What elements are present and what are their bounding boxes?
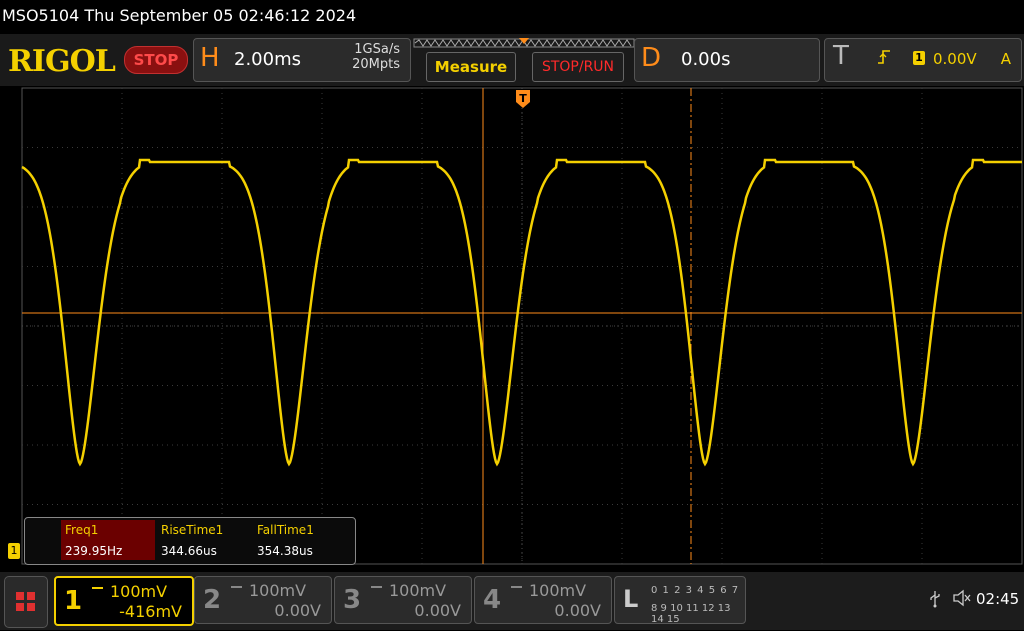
stop-run-button[interactable]: STOP/RUN [532,52,624,82]
channel-offset: 0.00V [554,601,601,620]
channel-offset: -416mV [119,602,182,621]
waveform-display[interactable]: T [0,86,1024,572]
logic-label: L [623,585,639,613]
channel-number: 1 [64,586,83,616]
dc-coupling-icon [231,586,242,594]
channel-scale: 100mV [389,581,447,600]
meas-header-fall: FallTime1 [257,523,314,537]
menu-grid-icon [16,592,35,611]
memory-depth: 20Mpts [352,57,400,72]
logic-channels-8-15: 8 9 10 11 12 13 14 15 [651,603,731,625]
rising-edge-icon [878,50,890,64]
speaker-muted-icon[interactable] [952,589,972,607]
channel-number: 2 [203,585,222,615]
trigger-level: 0.00V [933,50,977,68]
channel-number: 4 [483,585,502,615]
svg-text:T: T [519,92,527,105]
measurement-results[interactable]: Freq1 RiseTime1 FallTime1 239.95Hz 344.6… [24,517,356,565]
meas-header-freq: Freq1 [65,523,99,537]
logic-analyzer-panel[interactable]: L 0 1 2 3 4 5 6 7 8 9 10 11 12 13 14 15 [614,576,746,625]
run-state-badge[interactable]: STOP [124,46,188,74]
horizontal-panel[interactable]: H 2.00ms 1GSa/s 20Mpts [193,38,411,82]
trigger-mode: A [1000,50,1011,68]
top-toolbar: RIGOL STOP H 2.00ms 1GSa/s 20Mpts Measur… [0,34,1024,86]
channel-3-panel[interactable]: 3 100mV 0.00V [334,576,472,624]
measure-button[interactable]: Measure [426,52,516,82]
title-bar: MSO5104 Thu September 05 02:46:12 2024 [0,0,1024,34]
channel-2-panel[interactable]: 2 100mV 0.00V [194,576,332,624]
trigger-label: T [833,41,849,71]
logic-channels-0-7: 0 1 2 3 4 5 6 7 [651,585,740,596]
meas-header-rise: RiseTime1 [161,523,224,537]
dc-coupling-icon [511,586,522,594]
horizontal-label: H [200,43,220,73]
delay-panel[interactable]: D 0.00s [634,38,820,82]
channel-1-panel[interactable]: 1 100mV -416mV [54,576,194,626]
rigol-logo: RIGOL [8,44,116,79]
channel-number: 3 [343,585,362,615]
trigger-panel[interactable]: T 1 0.00V A [824,38,1022,82]
menu-button[interactable] [4,576,48,628]
status-clock: 02:45 [976,590,1020,608]
channel-scale: 100mV [110,582,168,601]
channel-offset: 0.00V [414,601,461,620]
channel-1-offset-marker[interactable]: 1 [8,543,20,559]
delay-label: D [641,43,662,73]
channel-4-panel[interactable]: 4 100mV 0.00V [474,576,612,624]
meas-value-fall: 354.38us [257,544,313,558]
meas-value-freq: 239.95Hz [65,544,123,558]
acquisition-info: 1GSa/s 20Mpts [352,42,400,72]
device-datetime: MSO5104 Thu September 05 02:46:12 2024 [2,6,357,25]
meas-value-rise: 344.66us [161,544,217,558]
dc-coupling-icon [92,587,103,595]
delay-value: 0.00s [681,49,731,70]
bottom-bar: 1 100mV -416mV 2 100mV 0.00V 3 100mV 0.0… [0,572,1024,630]
timebase-value: 2.00ms [234,49,301,70]
trigger-source-badge: 1 [913,51,925,65]
channel-scale: 100mV [249,581,307,600]
channel-scale: 100mV [529,581,587,600]
channel-offset: 0.00V [274,601,321,620]
usb-icon [930,591,940,608]
memory-timeline[interactable] [413,38,635,48]
dc-coupling-icon [371,586,382,594]
sample-rate: 1GSa/s [354,42,400,57]
